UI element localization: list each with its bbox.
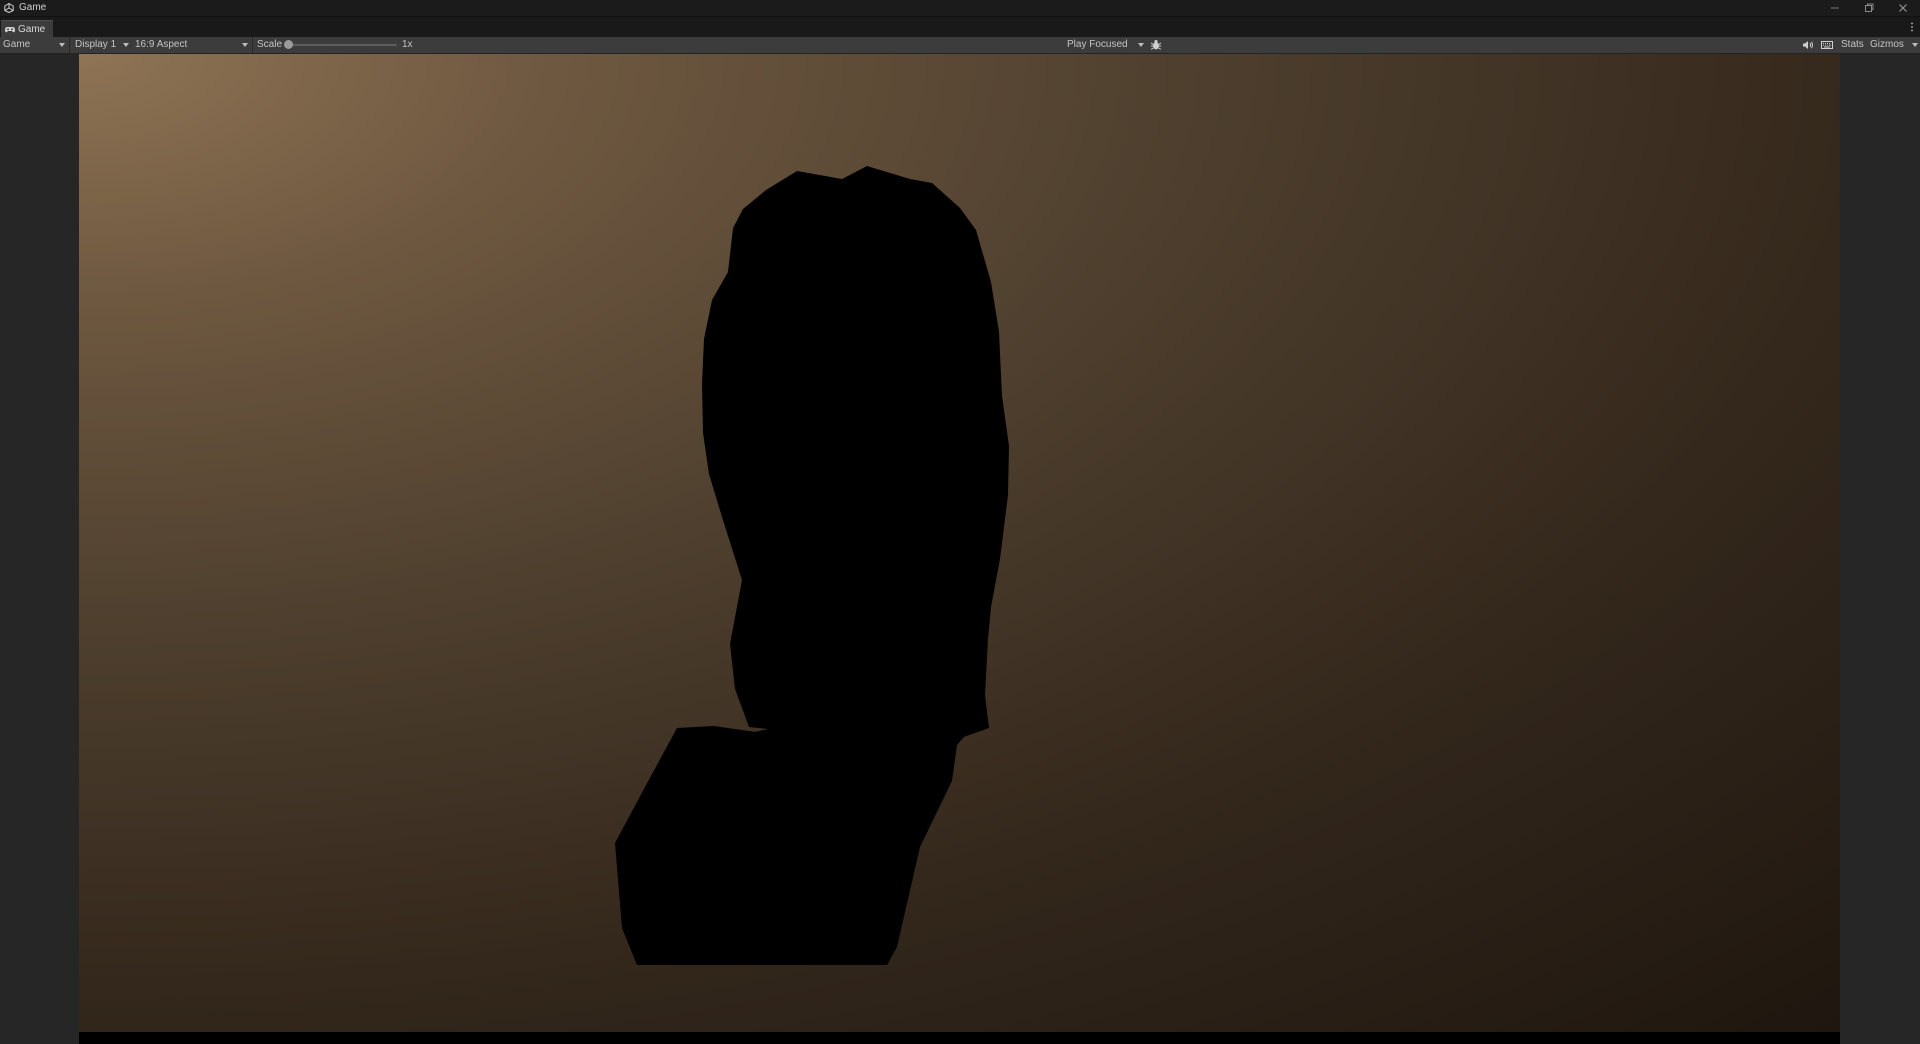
window-title: Game	[19, 2, 47, 13]
chevron-down-icon	[123, 43, 129, 47]
tab-label: Game	[18, 23, 46, 35]
play-mode-dropdown[interactable]: Play Focused	[1067, 37, 1145, 53]
chevron-down-icon	[1138, 43, 1144, 47]
display-dropdown[interactable]: Display 1	[75, 37, 131, 53]
unity-logo-icon	[4, 3, 14, 13]
chevron-down-icon	[1912, 43, 1918, 47]
chevron-down-icon	[242, 43, 248, 47]
tab-strip: Game	[0, 16, 1920, 38]
kebab-menu-icon[interactable]	[1910, 21, 1914, 33]
bust-silhouette	[615, 166, 1009, 965]
tab-game[interactable]: Game	[1, 20, 53, 37]
scale-label: Scale	[257, 39, 283, 50]
viewport-bottom-letterbox	[79, 1032, 1840, 1044]
chevron-down-icon	[59, 43, 65, 47]
mute-audio-toggle[interactable]	[1802, 37, 1816, 53]
title-bar: Game	[0, 0, 1920, 16]
play-mode-label: Play Focused	[1067, 39, 1128, 50]
gizmos-label: Gizmos	[1870, 39, 1904, 50]
toolbar-separator	[69, 37, 70, 53]
scale-slider-track[interactable]	[289, 44, 397, 46]
stats-button[interactable]: Stats	[1841, 37, 1864, 53]
aspect-dropdown[interactable]: 16:9 Aspect	[135, 37, 251, 53]
display-label: Display 1	[75, 39, 117, 50]
minimize-icon[interactable]	[1818, 0, 1852, 16]
speaker-icon	[1802, 41, 1814, 53]
editor-window: Game Game Game Display 1 16:9 Aspect Sca…	[0, 0, 1920, 1044]
bug-icon	[1150, 40, 1162, 54]
debug-toggle[interactable]	[1150, 37, 1164, 53]
toolbar-separator	[252, 37, 253, 53]
gamepad-icon	[5, 20, 15, 38]
view-mode-dropdown[interactable]: Game	[3, 37, 65, 53]
keyboard-icon	[1821, 41, 1833, 53]
close-icon[interactable]	[1886, 0, 1920, 16]
game-view-toolbar: Game Display 1 16:9 Aspect Scale 1x Play…	[0, 37, 1920, 54]
shortcuts-toggle[interactable]	[1821, 37, 1837, 53]
game-render-view[interactable]	[79, 54, 1840, 1032]
aspect-label: 16:9 Aspect	[135, 39, 188, 50]
restore-icon[interactable]	[1852, 0, 1886, 16]
scale-slider-handle[interactable]	[284, 40, 293, 49]
window-controls	[1818, 0, 1920, 16]
scale-value: 1x	[402, 39, 413, 50]
gizmos-dropdown[interactable]: Gizmos	[1870, 37, 1918, 53]
view-mode-label: Game	[3, 39, 31, 50]
